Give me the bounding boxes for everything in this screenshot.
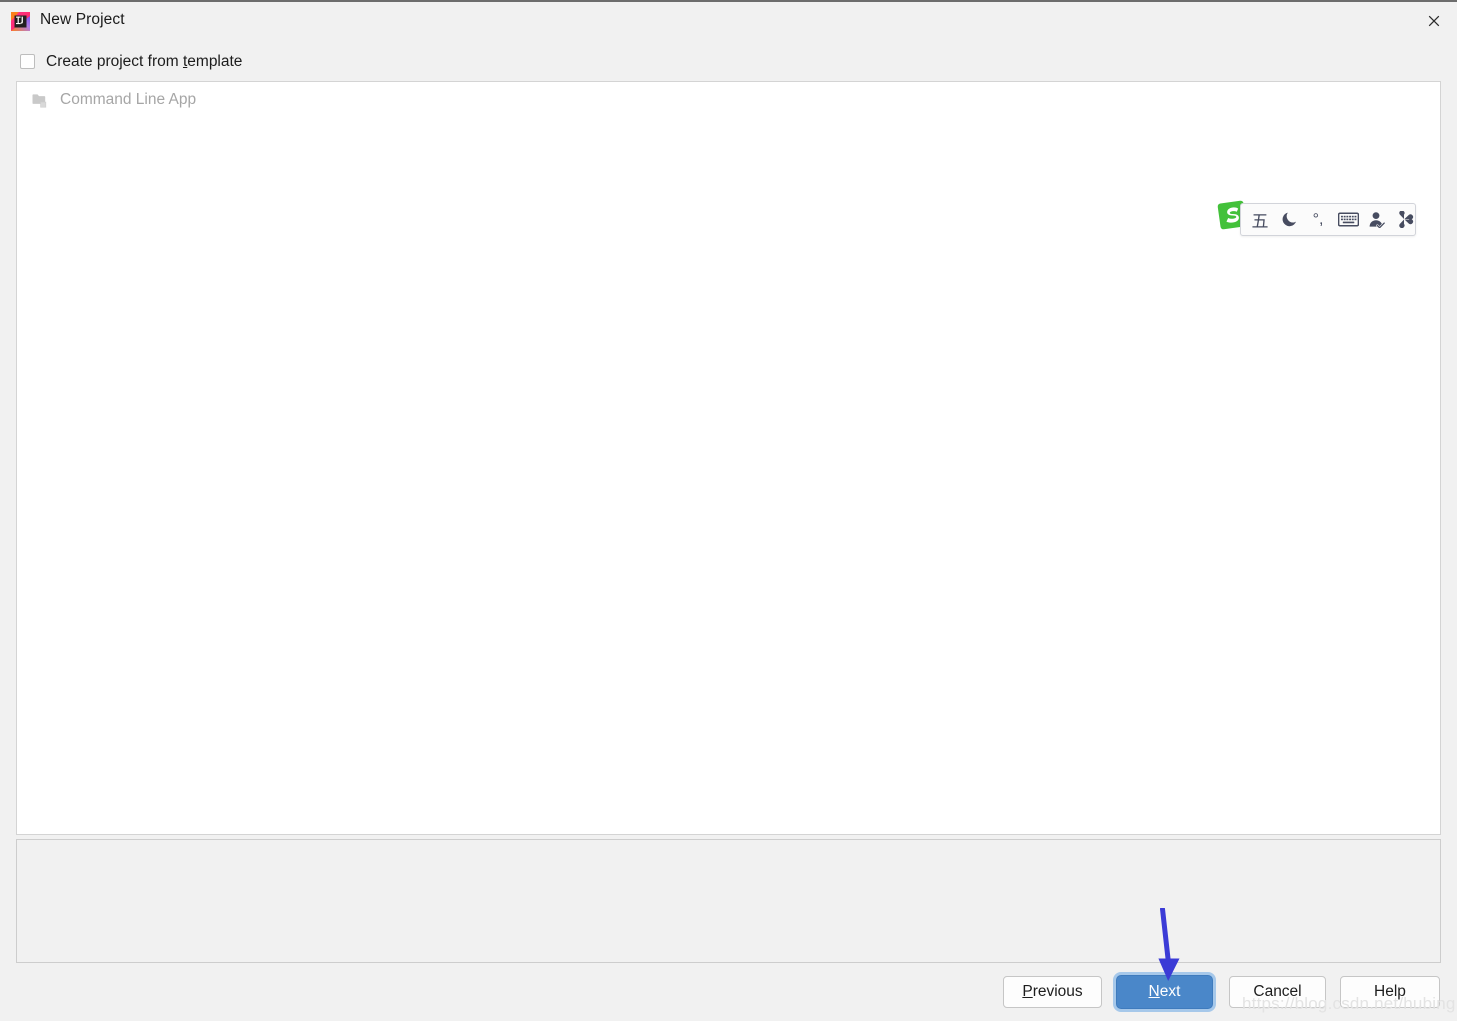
label-text-before: Create project from	[46, 52, 183, 70]
previous-mnemonic: P	[1022, 983, 1033, 1000]
dialog-button-bar: Previous Next Cancel Help	[0, 972, 1457, 1021]
folder-icon	[32, 93, 49, 108]
project-type-list-panel[interactable]: Command Line App	[16, 81, 1441, 835]
sogou-ime-toolbar[interactable]: 五 °,	[1240, 203, 1416, 236]
cancel-label: Cancel	[1253, 983, 1302, 1000]
close-icon[interactable]	[1411, 2, 1457, 39]
punctuation-glyph: °,	[1312, 210, 1324, 228]
next-mnemonic: N	[1148, 983, 1160, 1000]
help-button[interactable]: Help	[1340, 976, 1440, 1008]
list-item[interactable]: Command Line App	[32, 88, 196, 112]
keyboard-icon[interactable]	[1333, 204, 1363, 235]
window-title: New Project	[40, 11, 125, 28]
moon-icon[interactable]	[1275, 204, 1303, 235]
help-label: Help	[1374, 983, 1406, 1000]
create-from-template-checkbox[interactable]	[20, 53, 35, 69]
cancel-button[interactable]: Cancel	[1229, 976, 1326, 1008]
intellij-idea-icon	[11, 12, 30, 31]
next-label-after: ext	[1159, 983, 1181, 1000]
wubi-mode-label: 五	[1251, 212, 1269, 232]
user-icon[interactable]	[1363, 204, 1391, 235]
previous-button[interactable]: Previous	[1003, 976, 1102, 1008]
toolbox-icon[interactable]	[1391, 204, 1419, 235]
punctuation-mode-icon[interactable]: °,	[1303, 204, 1333, 235]
create-from-template-row[interactable]: Create project from template	[20, 51, 242, 71]
list-item-label: Command Line App	[60, 91, 197, 108]
next-button[interactable]: Next	[1113, 972, 1216, 1012]
wubi-mode-button[interactable]: 五	[1241, 204, 1275, 235]
new-project-dialog: New Project Create project from template…	[0, 0, 1457, 1021]
label-text-after: emplate	[187, 52, 243, 70]
create-from-template-label: Create project from template	[46, 52, 242, 71]
title-bar: New Project	[0, 0, 1457, 39]
previous-label-after: revious	[1032, 983, 1083, 1000]
project-detail-panel	[16, 839, 1441, 963]
